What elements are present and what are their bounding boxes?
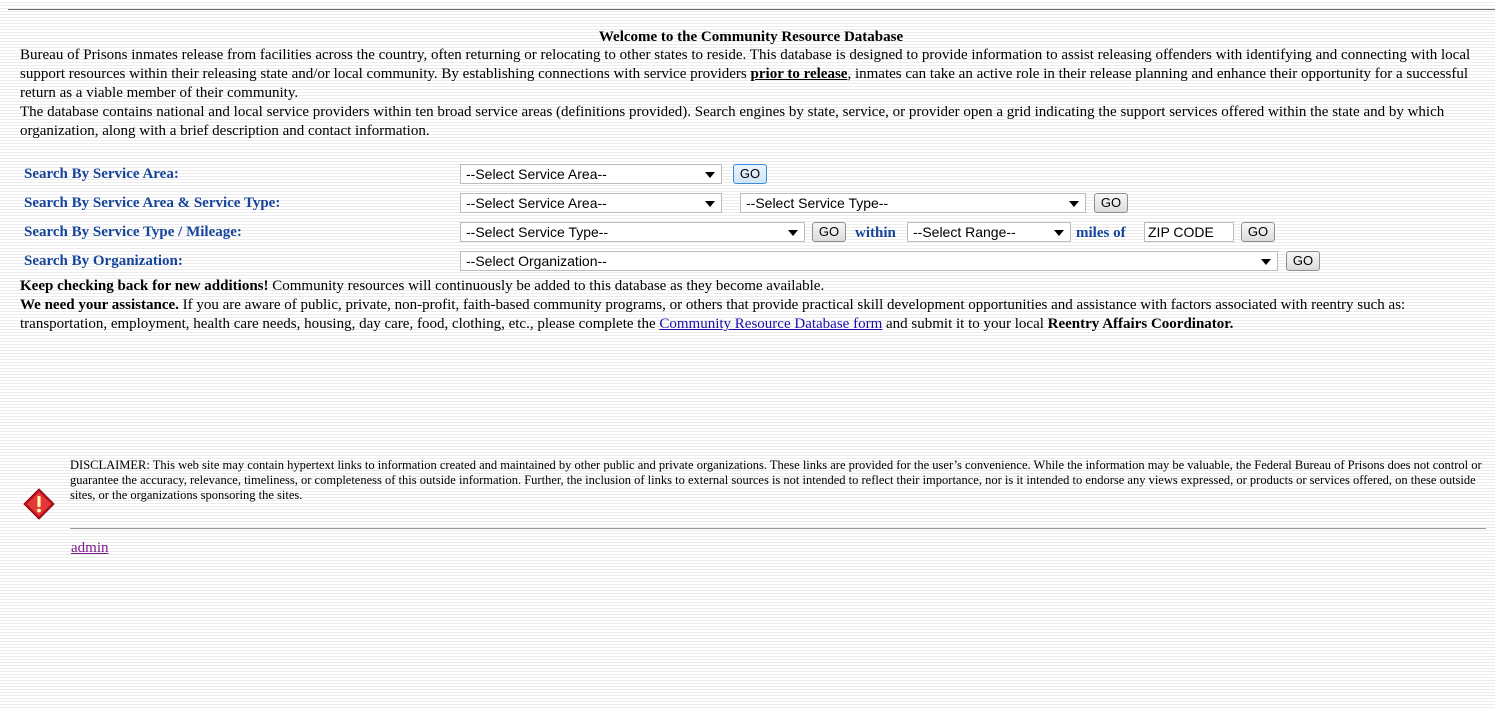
keep-checking-note: Keep checking back for new additions! Co…: [20, 277, 1482, 296]
keep-checking-bold: Keep checking back for new additions!: [20, 278, 269, 294]
chevron-down-icon: [705, 201, 715, 207]
area-type-type-select[interactable]: --Select Service Type--: [740, 193, 1086, 213]
assistance-bold: We need your assistance.: [20, 297, 179, 313]
range-select-value: --Select Range--: [913, 224, 1016, 240]
area-type-type-select-value: --Select Service Type--: [746, 195, 889, 211]
keep-checking-text: Community resources will continuously be…: [268, 278, 825, 294]
miles-of-label: miles of: [1076, 225, 1126, 241]
disclaimer-text: DISCLAIMER: This web site may contain hy…: [70, 458, 1482, 502]
area-type-area-select-value: --Select Service Area--: [466, 195, 607, 211]
database-description: The database contains national and local…: [20, 104, 1445, 139]
organization-select-value: --Select Organization--: [466, 253, 607, 269]
warning-icon: [23, 488, 55, 520]
search-row-type-mileage: Search By Service Type / Mileage: --Sele…: [20, 219, 1482, 248]
coordinator-bold: Reentry Affairs Coordinator.: [1047, 316, 1234, 332]
go-button-mileage[interactable]: GO: [1241, 222, 1275, 242]
search-label-service-area: Search By Service Area:: [24, 166, 179, 182]
organization-select[interactable]: --Select Organization--: [460, 251, 1278, 271]
go-button-organization[interactable]: GO: [1286, 251, 1320, 271]
area-type-area-select[interactable]: --Select Service Area--: [460, 193, 722, 213]
service-area-select[interactable]: --Select Service Area--: [460, 164, 722, 184]
service-area-select-value: --Select Service Area--: [466, 166, 607, 182]
assistance-after: and submit it to your local: [882, 316, 1048, 332]
chevron-down-icon: [1069, 201, 1079, 207]
range-select[interactable]: --Select Range--: [907, 222, 1071, 242]
main-content: Welcome to the Community Resource Databa…: [20, 28, 1482, 334]
search-form: Search By Service Area: --Select Service…: [20, 161, 1482, 277]
chevron-down-icon: [1261, 259, 1271, 265]
mileage-type-select-value: --Select Service Type--: [466, 224, 609, 240]
search-label-area-type: Search By Service Area & Service Type:: [24, 195, 281, 211]
resource-form-link[interactable]: Community Resource Database form: [659, 316, 882, 332]
search-label-type-mileage: Search By Service Type / Mileage:: [24, 224, 242, 240]
go-button-area-type[interactable]: GO: [1094, 193, 1128, 213]
within-label: within: [855, 225, 896, 241]
page-title: Welcome to the Community Resource Databa…: [598, 29, 904, 45]
zip-code-input[interactable]: ZIP CODE: [1144, 222, 1234, 242]
go-button-type[interactable]: GO: [812, 222, 846, 242]
chevron-down-icon: [788, 230, 798, 236]
search-row-area-type: Search By Service Area & Service Type: -…: [20, 190, 1482, 219]
chevron-down-icon: [705, 172, 715, 178]
disclaimer-divider: [70, 528, 1486, 529]
chevron-down-icon: [1054, 230, 1064, 236]
search-row-service-area: Search By Service Area: --Select Service…: [20, 161, 1482, 190]
top-divider: [8, 9, 1495, 10]
go-button-service-area[interactable]: GO: [733, 164, 767, 184]
search-row-organization: Search By Organization: --Select Organiz…: [20, 248, 1482, 277]
intro-paragraph: Bureau of Prisons inmates release from f…: [20, 46, 1482, 103]
assistance-note: We need your assistance. If you are awar…: [20, 296, 1482, 334]
search-label-organization: Search By Organization:: [24, 253, 183, 269]
mileage-type-select[interactable]: --Select Service Type--: [460, 222, 805, 242]
prior-to-release-emphasis: prior to release: [750, 66, 848, 82]
admin-link[interactable]: admin: [71, 540, 109, 557]
